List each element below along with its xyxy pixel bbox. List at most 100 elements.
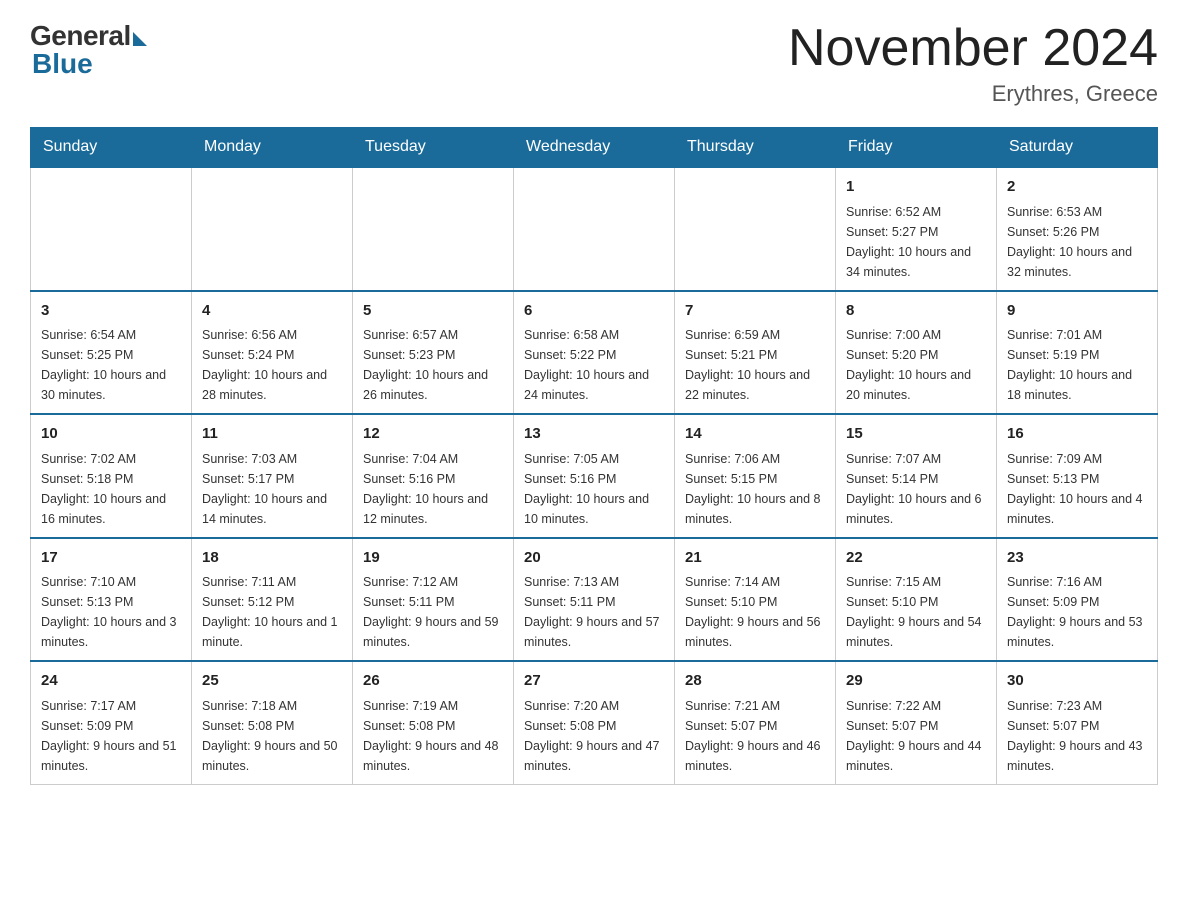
calendar-week-row: 10 Sunrise: 7:02 AMSunset: 5:18 PMDayligh… <box>31 414 1158 538</box>
calendar-cell: 21Sunrise: 7:14 AMSunset: 5:10 PMDayligh… <box>675 538 836 662</box>
day-info: Sunrise: 7:21 AMSunset: 5:07 PMDaylight:… <box>685 696 825 776</box>
day-number: 8 <box>846 300 986 323</box>
day-number: 27 <box>524 670 664 693</box>
day-info: Sunrise: 7:07 AMSunset: 5:14 PMDaylight:… <box>846 449 986 529</box>
day-info: Sunrise: 6:56 AMSunset: 5:24 PMDaylight:… <box>202 325 342 405</box>
day-number: 20 <box>524 547 664 570</box>
calendar-cell <box>514 167 675 291</box>
calendar-cell: 23Sunrise: 7:16 AMSunset: 5:09 PMDayligh… <box>997 538 1158 662</box>
calendar-header-wednesday: Wednesday <box>514 128 675 168</box>
day-info: Sunrise: 7:01 AMSunset: 5:19 PMDaylight:… <box>1007 325 1147 405</box>
day-info: Sunrise: 6:58 AMSunset: 5:22 PMDaylight:… <box>524 325 664 405</box>
calendar-cell: 30 Sunrise: 7:23 AMSunset: 5:07 PMDayligh… <box>997 661 1158 784</box>
calendar-week-row: 24 Sunrise: 7:17 AMSunset: 5:09 PMDayligh… <box>31 661 1158 784</box>
calendar-cell: 10 Sunrise: 7:02 AMSunset: 5:18 PMDayligh… <box>31 414 192 538</box>
day-number: 23 <box>1007 547 1147 570</box>
day-info: Sunrise: 6:59 AMSunset: 5:21 PMDaylight:… <box>685 325 825 405</box>
day-info: Sunrise: 7:00 AMSunset: 5:20 PMDaylight:… <box>846 325 986 405</box>
calendar-cell <box>192 167 353 291</box>
calendar-cell: 24 Sunrise: 7:17 AMSunset: 5:09 PMDayligh… <box>31 661 192 784</box>
day-info: Sunrise: 7:17 AMSunset: 5:09 PMDaylight:… <box>41 696 181 776</box>
calendar-week-row: 17Sunrise: 7:10 AMSunset: 5:13 PMDayligh… <box>31 538 1158 662</box>
day-number: 25 <box>202 670 342 693</box>
day-number: 14 <box>685 423 825 446</box>
calendar-cell: 4Sunrise: 6:56 AMSunset: 5:24 PMDaylight… <box>192 291 353 415</box>
day-number: 1 <box>846 176 986 199</box>
calendar-cell: 28 Sunrise: 7:21 AMSunset: 5:07 PMDayligh… <box>675 661 836 784</box>
day-info: Sunrise: 7:16 AMSunset: 5:09 PMDaylight:… <box>1007 572 1147 652</box>
calendar-header-thursday: Thursday <box>675 128 836 168</box>
day-number: 29 <box>846 670 986 693</box>
page-header: General Blue November 2024 Erythres, Gre… <box>30 20 1158 107</box>
calendar-cell: 27 Sunrise: 7:20 AMSunset: 5:08 PMDayligh… <box>514 661 675 784</box>
calendar-header-row: SundayMondayTuesdayWednesdayThursdayFrid… <box>31 128 1158 168</box>
calendar-cell: 6Sunrise: 6:58 AMSunset: 5:22 PMDaylight… <box>514 291 675 415</box>
day-number: 13 <box>524 423 664 446</box>
day-info: Sunrise: 7:23 AMSunset: 5:07 PMDaylight:… <box>1007 696 1147 776</box>
day-info: Sunrise: 7:19 AMSunset: 5:08 PMDaylight:… <box>363 696 503 776</box>
day-info: Sunrise: 7:22 AMSunset: 5:07 PMDaylight:… <box>846 696 986 776</box>
calendar-cell: 20Sunrise: 7:13 AMSunset: 5:11 PMDayligh… <box>514 538 675 662</box>
day-number: 11 <box>202 423 342 446</box>
logo-blue-text: Blue <box>32 48 93 80</box>
logo: General Blue <box>30 20 147 80</box>
calendar-cell <box>675 167 836 291</box>
logo-arrow-icon <box>133 32 147 46</box>
day-number: 24 <box>41 670 181 693</box>
day-info: Sunrise: 6:53 AMSunset: 5:26 PMDaylight:… <box>1007 202 1147 282</box>
day-number: 26 <box>363 670 503 693</box>
calendar-cell: 29 Sunrise: 7:22 AMSunset: 5:07 PMDayligh… <box>836 661 997 784</box>
day-number: 10 <box>41 423 181 446</box>
day-info: Sunrise: 6:52 AMSunset: 5:27 PMDaylight:… <box>846 202 986 282</box>
day-info: Sunrise: 7:04 AMSunset: 5:16 PMDaylight:… <box>363 449 503 529</box>
calendar-header-sunday: Sunday <box>31 128 192 168</box>
calendar-cell <box>31 167 192 291</box>
day-number: 9 <box>1007 300 1147 323</box>
location-text: Erythres, Greece <box>788 81 1158 107</box>
calendar-cell: 3Sunrise: 6:54 AMSunset: 5:25 PMDaylight… <box>31 291 192 415</box>
calendar-cell: 2 Sunrise: 6:53 AMSunset: 5:26 PMDaylight… <box>997 167 1158 291</box>
day-number: 6 <box>524 300 664 323</box>
day-number: 22 <box>846 547 986 570</box>
day-number: 16 <box>1007 423 1147 446</box>
day-info: Sunrise: 7:15 AMSunset: 5:10 PMDaylight:… <box>846 572 986 652</box>
day-number: 28 <box>685 670 825 693</box>
day-info: Sunrise: 7:02 AMSunset: 5:18 PMDaylight:… <box>41 449 181 529</box>
calendar-cell: 9Sunrise: 7:01 AMSunset: 5:19 PMDaylight… <box>997 291 1158 415</box>
calendar-cell: 19Sunrise: 7:12 AMSunset: 5:11 PMDayligh… <box>353 538 514 662</box>
day-number: 17 <box>41 547 181 570</box>
day-info: Sunrise: 7:12 AMSunset: 5:11 PMDaylight:… <box>363 572 503 652</box>
calendar-cell: 25Sunrise: 7:18 AMSunset: 5:08 PMDayligh… <box>192 661 353 784</box>
day-number: 12 <box>363 423 503 446</box>
day-number: 4 <box>202 300 342 323</box>
calendar-cell: 8Sunrise: 7:00 AMSunset: 5:20 PMDaylight… <box>836 291 997 415</box>
calendar-cell: 13 Sunrise: 7:05 AMSunset: 5:16 PMDayligh… <box>514 414 675 538</box>
day-number: 30 <box>1007 670 1147 693</box>
calendar-header-tuesday: Tuesday <box>353 128 514 168</box>
calendar-cell: 17Sunrise: 7:10 AMSunset: 5:13 PMDayligh… <box>31 538 192 662</box>
calendar-cell: 11 Sunrise: 7:03 AMSunset: 5:17 PMDayligh… <box>192 414 353 538</box>
calendar-header-monday: Monday <box>192 128 353 168</box>
day-number: 18 <box>202 547 342 570</box>
day-info: Sunrise: 7:05 AMSunset: 5:16 PMDaylight:… <box>524 449 664 529</box>
day-info: Sunrise: 7:03 AMSunset: 5:17 PMDaylight:… <box>202 449 342 529</box>
day-info: Sunrise: 6:54 AMSunset: 5:25 PMDaylight:… <box>41 325 181 405</box>
calendar-cell: 26 Sunrise: 7:19 AMSunset: 5:08 PMDayligh… <box>353 661 514 784</box>
day-info: Sunrise: 7:20 AMSunset: 5:08 PMDaylight:… <box>524 696 664 776</box>
calendar-cell: 14Sunrise: 7:06 AMSunset: 5:15 PMDayligh… <box>675 414 836 538</box>
day-number: 2 <box>1007 176 1147 199</box>
day-number: 3 <box>41 300 181 323</box>
day-number: 5 <box>363 300 503 323</box>
day-number: 19 <box>363 547 503 570</box>
day-number: 21 <box>685 547 825 570</box>
calendar-cell: 22Sunrise: 7:15 AMSunset: 5:10 PMDayligh… <box>836 538 997 662</box>
day-number: 15 <box>846 423 986 446</box>
calendar-header-friday: Friday <box>836 128 997 168</box>
day-info: Sunrise: 7:09 AMSunset: 5:13 PMDaylight:… <box>1007 449 1147 529</box>
calendar-cell: 1 Sunrise: 6:52 AMSunset: 5:27 PMDaylight… <box>836 167 997 291</box>
calendar-header-saturday: Saturday <box>997 128 1158 168</box>
calendar-cell: 18Sunrise: 7:11 AMSunset: 5:12 PMDayligh… <box>192 538 353 662</box>
calendar-table: SundayMondayTuesdayWednesdayThursdayFrid… <box>30 127 1158 785</box>
day-info: Sunrise: 7:14 AMSunset: 5:10 PMDaylight:… <box>685 572 825 652</box>
calendar-week-row: 1 Sunrise: 6:52 AMSunset: 5:27 PMDaylight… <box>31 167 1158 291</box>
